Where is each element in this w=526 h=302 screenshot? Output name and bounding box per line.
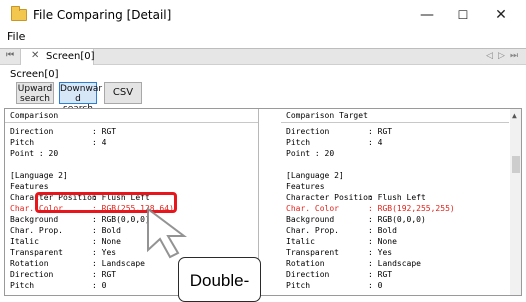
window-title: File Comparing [Detail] bbox=[33, 8, 172, 22]
row-value: : Landscape bbox=[368, 259, 421, 268]
tab-first-icon[interactable]: ⏮ bbox=[6, 50, 14, 60]
row-value: : RGT bbox=[92, 270, 117, 279]
row-value: : RGT bbox=[368, 270, 393, 279]
row-key: [Language 2] bbox=[286, 171, 344, 180]
row-value: : None bbox=[368, 237, 397, 246]
row-value: : None bbox=[92, 237, 121, 246]
scroll-up-icon[interactable]: ▲ bbox=[512, 111, 517, 120]
row-value: : RGB(192,255,255) bbox=[368, 204, 455, 213]
row-value: : RGB(0,0,0) bbox=[368, 215, 426, 224]
upward-label-line1: Upward bbox=[17, 84, 53, 94]
row-key: Pitch bbox=[286, 281, 311, 290]
minimize-button[interactable]: — bbox=[410, 5, 444, 25]
row-key: Char. Color bbox=[286, 204, 339, 213]
row-value: : 4 bbox=[368, 138, 383, 147]
row-key: Char. Prop. bbox=[286, 226, 339, 235]
row-value: : Flush Left bbox=[368, 193, 426, 202]
tab-strip: ⏮ ✕ Screen[0] ◁ ▷ ⏭ bbox=[0, 48, 526, 65]
row-key: Point : 20 bbox=[10, 149, 59, 158]
row-key: [Language 2] bbox=[10, 171, 68, 180]
tab-screen-0[interactable]: ✕ Screen[0] bbox=[20, 49, 95, 65]
row-key: Background bbox=[286, 215, 335, 224]
row-key: Char. Prop. bbox=[10, 226, 63, 235]
row-value: : Yes bbox=[92, 248, 117, 257]
comparison-target-column: Comparison Target Direction : RGT Pitch : 4… bbox=[281, 109, 509, 295]
scroll-thumb[interactable] bbox=[512, 156, 520, 173]
row-key: Italic bbox=[286, 237, 315, 246]
row-key: Pitch bbox=[10, 138, 35, 147]
row-key: Features bbox=[286, 182, 325, 191]
row-key: Character Position bbox=[286, 193, 373, 202]
upward-search-button[interactable]: Upward search bbox=[16, 82, 54, 104]
row-value: : RGB(0,0,0) bbox=[92, 215, 150, 224]
row-key: Transparent bbox=[286, 248, 339, 257]
double-click-callout: Double- bbox=[178, 257, 261, 302]
row-value: : 4 bbox=[92, 138, 107, 147]
row-key: Transparent bbox=[10, 248, 63, 257]
upward-label-line2: search bbox=[20, 94, 50, 104]
row-value: : Bold bbox=[368, 226, 397, 235]
downward-label-line1: Downwar bbox=[60, 84, 103, 94]
row-key: Features bbox=[10, 182, 49, 191]
row-value: : Bold bbox=[92, 226, 121, 235]
tab-last-icon[interactable]: ⏭ bbox=[510, 51, 518, 61]
row-value: : 0 bbox=[92, 281, 107, 290]
screen-label: Screen[0] bbox=[10, 69, 59, 80]
row-key: Rotation bbox=[286, 259, 325, 268]
row-key: Direction bbox=[10, 127, 54, 136]
maximize-button[interactable]: ☐ bbox=[446, 5, 480, 25]
row-key: Pitch bbox=[10, 281, 35, 290]
row-value: : Landscape bbox=[92, 259, 145, 268]
tab-prev-icon[interactable]: ◁ bbox=[486, 51, 493, 61]
row-value: : RGT bbox=[92, 127, 117, 136]
pointer-cursor-icon bbox=[147, 207, 187, 259]
row-key: Direction bbox=[286, 127, 330, 136]
row-key: Rotation bbox=[10, 259, 49, 268]
folder-icon bbox=[11, 6, 27, 21]
tab-next-icon[interactable]: ▷ bbox=[498, 51, 505, 61]
row-key: Point : 20 bbox=[286, 149, 335, 158]
csv-button[interactable]: CSV bbox=[104, 82, 142, 104]
comparison-header: Comparison bbox=[5, 109, 258, 123]
row-value: : RGT bbox=[368, 127, 393, 136]
menu-file[interactable]: File bbox=[7, 30, 25, 43]
row-key: Direction bbox=[10, 270, 54, 279]
downward-search-button[interactable]: Downwar d search bbox=[59, 82, 103, 114]
tab-label: Screen[0] bbox=[46, 51, 95, 62]
row-value: : Yes bbox=[368, 248, 393, 257]
tab-close-icon[interactable]: ✕ bbox=[31, 50, 39, 61]
row-value: : 0 bbox=[368, 281, 383, 290]
vertical-scrollbar[interactable]: ▲ bbox=[510, 109, 521, 295]
row-key: Pitch bbox=[286, 138, 311, 147]
row-key: Italic bbox=[10, 237, 39, 246]
menu-bar: File bbox=[0, 30, 526, 46]
row-key: Direction bbox=[286, 270, 330, 279]
close-button[interactable]: ✕ bbox=[484, 5, 518, 25]
title-bar: File Comparing [Detail] — ☐ ✕ bbox=[0, 0, 526, 30]
comparison-target-header: Comparison Target bbox=[281, 109, 509, 123]
row-key: Background bbox=[10, 215, 59, 224]
